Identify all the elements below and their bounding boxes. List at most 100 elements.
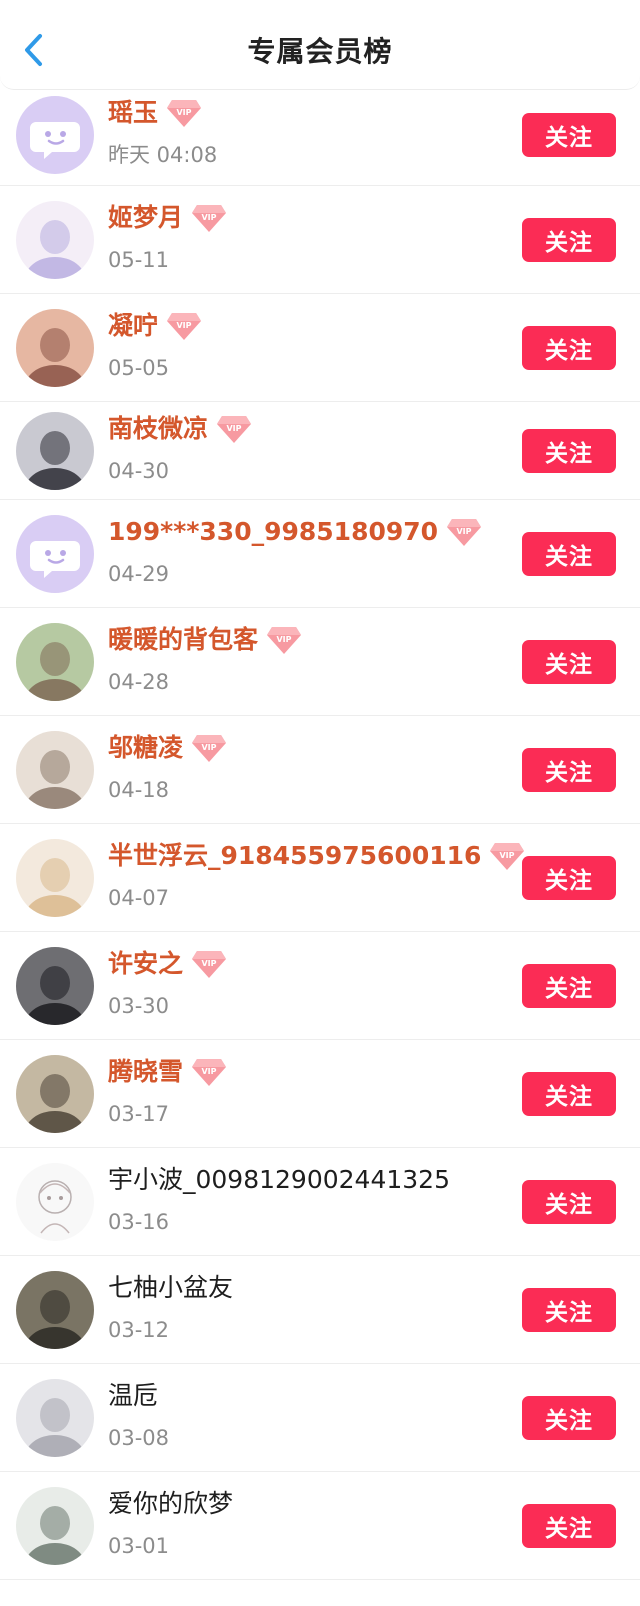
member-time: 05-11 — [108, 248, 170, 272]
member-row[interactable]: 许安之 VIP 03-30 关注 — [0, 932, 640, 1040]
member-name-line: 许安之 VIP — [108, 949, 227, 979]
svg-text:VIP: VIP — [457, 527, 472, 536]
follow-button[interactable]: 关注 — [522, 326, 616, 370]
follow-button[interactable]: 关注 — [522, 856, 616, 900]
default-avatar[interactable] — [16, 515, 94, 593]
member-row[interactable]: 七柚小盆友 03-12 关注 — [0, 1256, 640, 1364]
default-avatar[interactable] — [16, 96, 94, 174]
follow-button[interactable]: 关注 — [522, 964, 616, 1008]
member-time: 04-29 — [108, 562, 170, 586]
member-name-line: 199***330_9985180970 VIP — [108, 517, 482, 547]
member-time: 04-28 — [108, 670, 170, 694]
member-time: 04-30 — [108, 459, 170, 483]
anime-avatar[interactable] — [16, 201, 94, 279]
member-name[interactable]: 半世浮云_918455975600116 — [108, 841, 481, 871]
follow-button[interactable]: 关注 — [522, 748, 616, 792]
member-row[interactable]: 暖暖的背包客 VIP 04-28 关注 — [0, 608, 640, 716]
photo-avatar[interactable] — [16, 947, 94, 1025]
vip-diamond-icon: VIP — [446, 517, 482, 547]
photo-avatar[interactable] — [16, 412, 94, 490]
svg-text:VIP: VIP — [177, 108, 192, 117]
photo-avatar[interactable] — [16, 623, 94, 701]
member-name[interactable]: 宇小波_0098129002441325 — [108, 1165, 450, 1195]
member-name-line: 邬糖凌 VIP — [108, 733, 227, 763]
vip-diamond-icon: VIP — [191, 203, 227, 233]
follow-button[interactable]: 关注 — [522, 113, 616, 157]
member-name[interactable]: 七柚小盆友 — [108, 1273, 233, 1303]
member-time: 03-30 — [108, 994, 170, 1018]
member-name[interactable]: 温卮 — [108, 1381, 158, 1411]
member-name[interactable]: 暖暖的背包客 — [108, 625, 258, 655]
member-time: 03-17 — [108, 1102, 170, 1126]
member-name[interactable]: 腾晓雪 — [108, 1057, 183, 1087]
page-title: 专属会员榜 — [247, 35, 393, 68]
vip-diamond-icon: VIP — [191, 733, 227, 763]
member-row[interactable]: 199***330_9985180970 VIP 04-29 关注 — [0, 500, 640, 608]
member-time: 04-07 — [108, 886, 170, 910]
member-name[interactable]: 瑶玉 — [108, 98, 158, 128]
member-name[interactable]: 姬梦月 — [108, 203, 183, 233]
member-row[interactable]: 瑶玉 VIP 昨天 04:08 关注 — [0, 92, 640, 186]
svg-text:VIP: VIP — [202, 959, 217, 968]
member-name-line: 南枝微凉 VIP — [108, 414, 252, 444]
member-name-line: 暖暖的背包客 VIP — [108, 625, 302, 655]
member-time: 03-16 — [108, 1210, 170, 1234]
svg-text:VIP: VIP — [202, 743, 217, 752]
member-name-line: 爱你的欣梦 — [108, 1489, 233, 1519]
member-time: 昨天 04:08 — [108, 143, 218, 167]
member-name-line: 七柚小盆友 — [108, 1273, 233, 1303]
member-name-line: 宇小波_0098129002441325 — [108, 1165, 450, 1195]
photo-avatar[interactable] — [16, 839, 94, 917]
member-name[interactable]: 许安之 — [108, 949, 183, 979]
member-name-line: 凝咛 VIP — [108, 311, 202, 341]
follow-button[interactable]: 关注 — [522, 1288, 616, 1332]
member-row[interactable]: 邬糖凌 VIP 04-18 关注 — [0, 716, 640, 824]
member-name-line: 半世浮云_918455975600116 VIP — [108, 841, 525, 871]
follow-button[interactable]: 关注 — [522, 532, 616, 576]
member-row[interactable]: 凝咛 VIP 05-05 关注 — [0, 294, 640, 402]
member-row[interactable]: 南枝微凉 VIP 04-30 关注 — [0, 402, 640, 500]
svg-text:VIP: VIP — [227, 424, 242, 433]
follow-button[interactable]: 关注 — [522, 429, 616, 473]
member-name-line: 瑶玉 VIP — [108, 98, 202, 128]
member-row[interactable]: 温卮 03-08 关注 — [0, 1364, 640, 1472]
svg-text:VIP: VIP — [177, 321, 192, 330]
member-row[interactable]: 半世浮云_918455975600116 VIP 04-07 关注 — [0, 824, 640, 932]
member-list: 瑶玉 VIP 昨天 04:08 关注 姬梦月 VIP 05-11 关注 凝咛 VIP… — [0, 92, 640, 1580]
photo-avatar[interactable] — [16, 1487, 94, 1565]
photo-avatar[interactable] — [16, 1271, 94, 1349]
member-name[interactable]: 凝咛 — [108, 311, 158, 341]
vip-diamond-icon: VIP — [266, 625, 302, 655]
photo-avatar[interactable] — [16, 309, 94, 387]
photo-avatar[interactable] — [16, 1055, 94, 1133]
svg-text:VIP: VIP — [500, 851, 515, 860]
member-row[interactable]: 爱你的欣梦 03-01 关注 — [0, 1472, 640, 1580]
member-row[interactable]: 宇小波_0098129002441325 03-16 关注 — [0, 1148, 640, 1256]
member-name-line: 温卮 — [108, 1381, 158, 1411]
svg-text:VIP: VIP — [277, 635, 292, 644]
member-row[interactable]: 腾晓雪 VIP 03-17 关注 — [0, 1040, 640, 1148]
member-name[interactable]: 邬糖凌 — [108, 733, 183, 763]
member-name[interactable]: 199***330_9985180970 — [108, 517, 438, 547]
svg-text:VIP: VIP — [202, 213, 217, 222]
sketch-avatar[interactable] — [16, 1163, 94, 1241]
follow-button[interactable]: 关注 — [522, 1180, 616, 1224]
vip-diamond-icon: VIP — [191, 1057, 227, 1087]
follow-button[interactable]: 关注 — [522, 1396, 616, 1440]
member-time: 05-05 — [108, 356, 170, 380]
photo-avatar[interactable] — [16, 731, 94, 809]
member-name-line: 腾晓雪 VIP — [108, 1057, 227, 1087]
follow-button[interactable]: 关注 — [522, 1072, 616, 1116]
member-time: 03-01 — [108, 1534, 170, 1558]
member-time: 04-18 — [108, 778, 170, 802]
vip-diamond-icon: VIP — [216, 414, 252, 444]
vip-diamond-icon: VIP — [489, 841, 525, 871]
member-name-line: 姬梦月 VIP — [108, 203, 227, 233]
follow-button[interactable]: 关注 — [522, 218, 616, 262]
follow-button[interactable]: 关注 — [522, 640, 616, 684]
follow-button[interactable]: 关注 — [522, 1504, 616, 1548]
member-name[interactable]: 爱你的欣梦 — [108, 1489, 233, 1519]
member-row[interactable]: 姬梦月 VIP 05-11 关注 — [0, 186, 640, 294]
member-name[interactable]: 南枝微凉 — [108, 414, 208, 444]
photo-avatar[interactable] — [16, 1379, 94, 1457]
